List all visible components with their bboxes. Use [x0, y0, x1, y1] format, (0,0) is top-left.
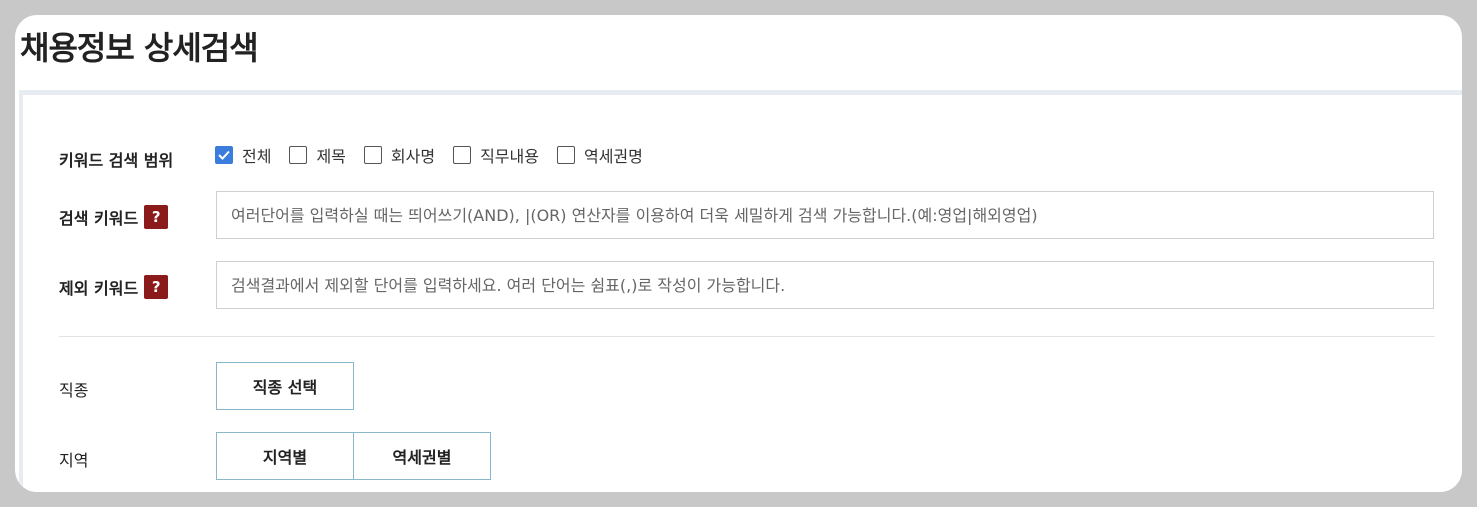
scope-checkbox-title[interactable]: 제목 [289, 143, 346, 167]
help-icon[interactable]: ? [144, 275, 169, 299]
region-by-station-button[interactable]: 역세권별 [353, 432, 491, 480]
region-by-area-button[interactable]: 지역별 [216, 432, 354, 480]
job-type-label: 직종 [59, 377, 88, 401]
checkbox-icon[interactable] [289, 146, 308, 164]
search-panel: 키워드 검색 범위 전체 제목 회사명 직무내용 역세권명 검색 키워드 ? 여… [19, 90, 1462, 492]
scope-option-label: 직무내용 [480, 147, 539, 166]
scope-checkbox-all[interactable]: 전체 [215, 143, 271, 167]
exclude-keyword-input[interactable] [216, 261, 1434, 309]
page-title: 채용정보 상세검색 [20, 29, 259, 67]
checkbox-checked-icon[interactable] [215, 146, 233, 164]
region-label: 지역 [59, 447, 88, 471]
checkbox-icon[interactable] [363, 146, 382, 164]
exclude-keyword-label: 제외 키워드 ? [59, 275, 169, 299]
scope-option-label: 회사명 [390, 147, 436, 166]
search-keyword-label: 검색 키워드 ? [59, 205, 169, 229]
scope-option-label: 역세권명 [583, 147, 643, 166]
exclude-keyword-label-text: 제외 키워드 [59, 279, 139, 298]
help-icon[interactable]: ? [144, 205, 169, 229]
divider [59, 336, 1435, 337]
search-keyword-label-text: 검색 키워드 [59, 209, 139, 228]
job-type-label-text: 직종 [59, 381, 89, 400]
search-card: 채용정보 상세검색 키워드 검색 범위 전체 제목 회사명 직무내용 역세권명 … [15, 15, 1462, 492]
keyword-scope-label: 키워드 검색 범위 [59, 147, 173, 171]
checkbox-icon[interactable] [556, 146, 575, 164]
scope-checkbox-station-area[interactable]: 역세권명 [556, 143, 643, 167]
scope-checkbox-job-description[interactable]: 직무내용 [453, 143, 539, 167]
keyword-scope-label-text: 키워드 검색 범위 [59, 151, 174, 170]
checkbox-icon[interactable] [453, 146, 472, 164]
search-keyword-input[interactable] [216, 191, 1434, 239]
scope-checkbox-company[interactable]: 회사명 [363, 143, 436, 167]
region-label-text: 지역 [59, 451, 89, 470]
job-type-select-button[interactable]: 직종 선택 [216, 362, 354, 410]
keyword-scope-options: 전체 제목 회사명 직무내용 역세권명 [215, 143, 661, 167]
scope-option-label: 제목 [316, 147, 346, 166]
scope-option-label: 전체 [242, 147, 272, 166]
